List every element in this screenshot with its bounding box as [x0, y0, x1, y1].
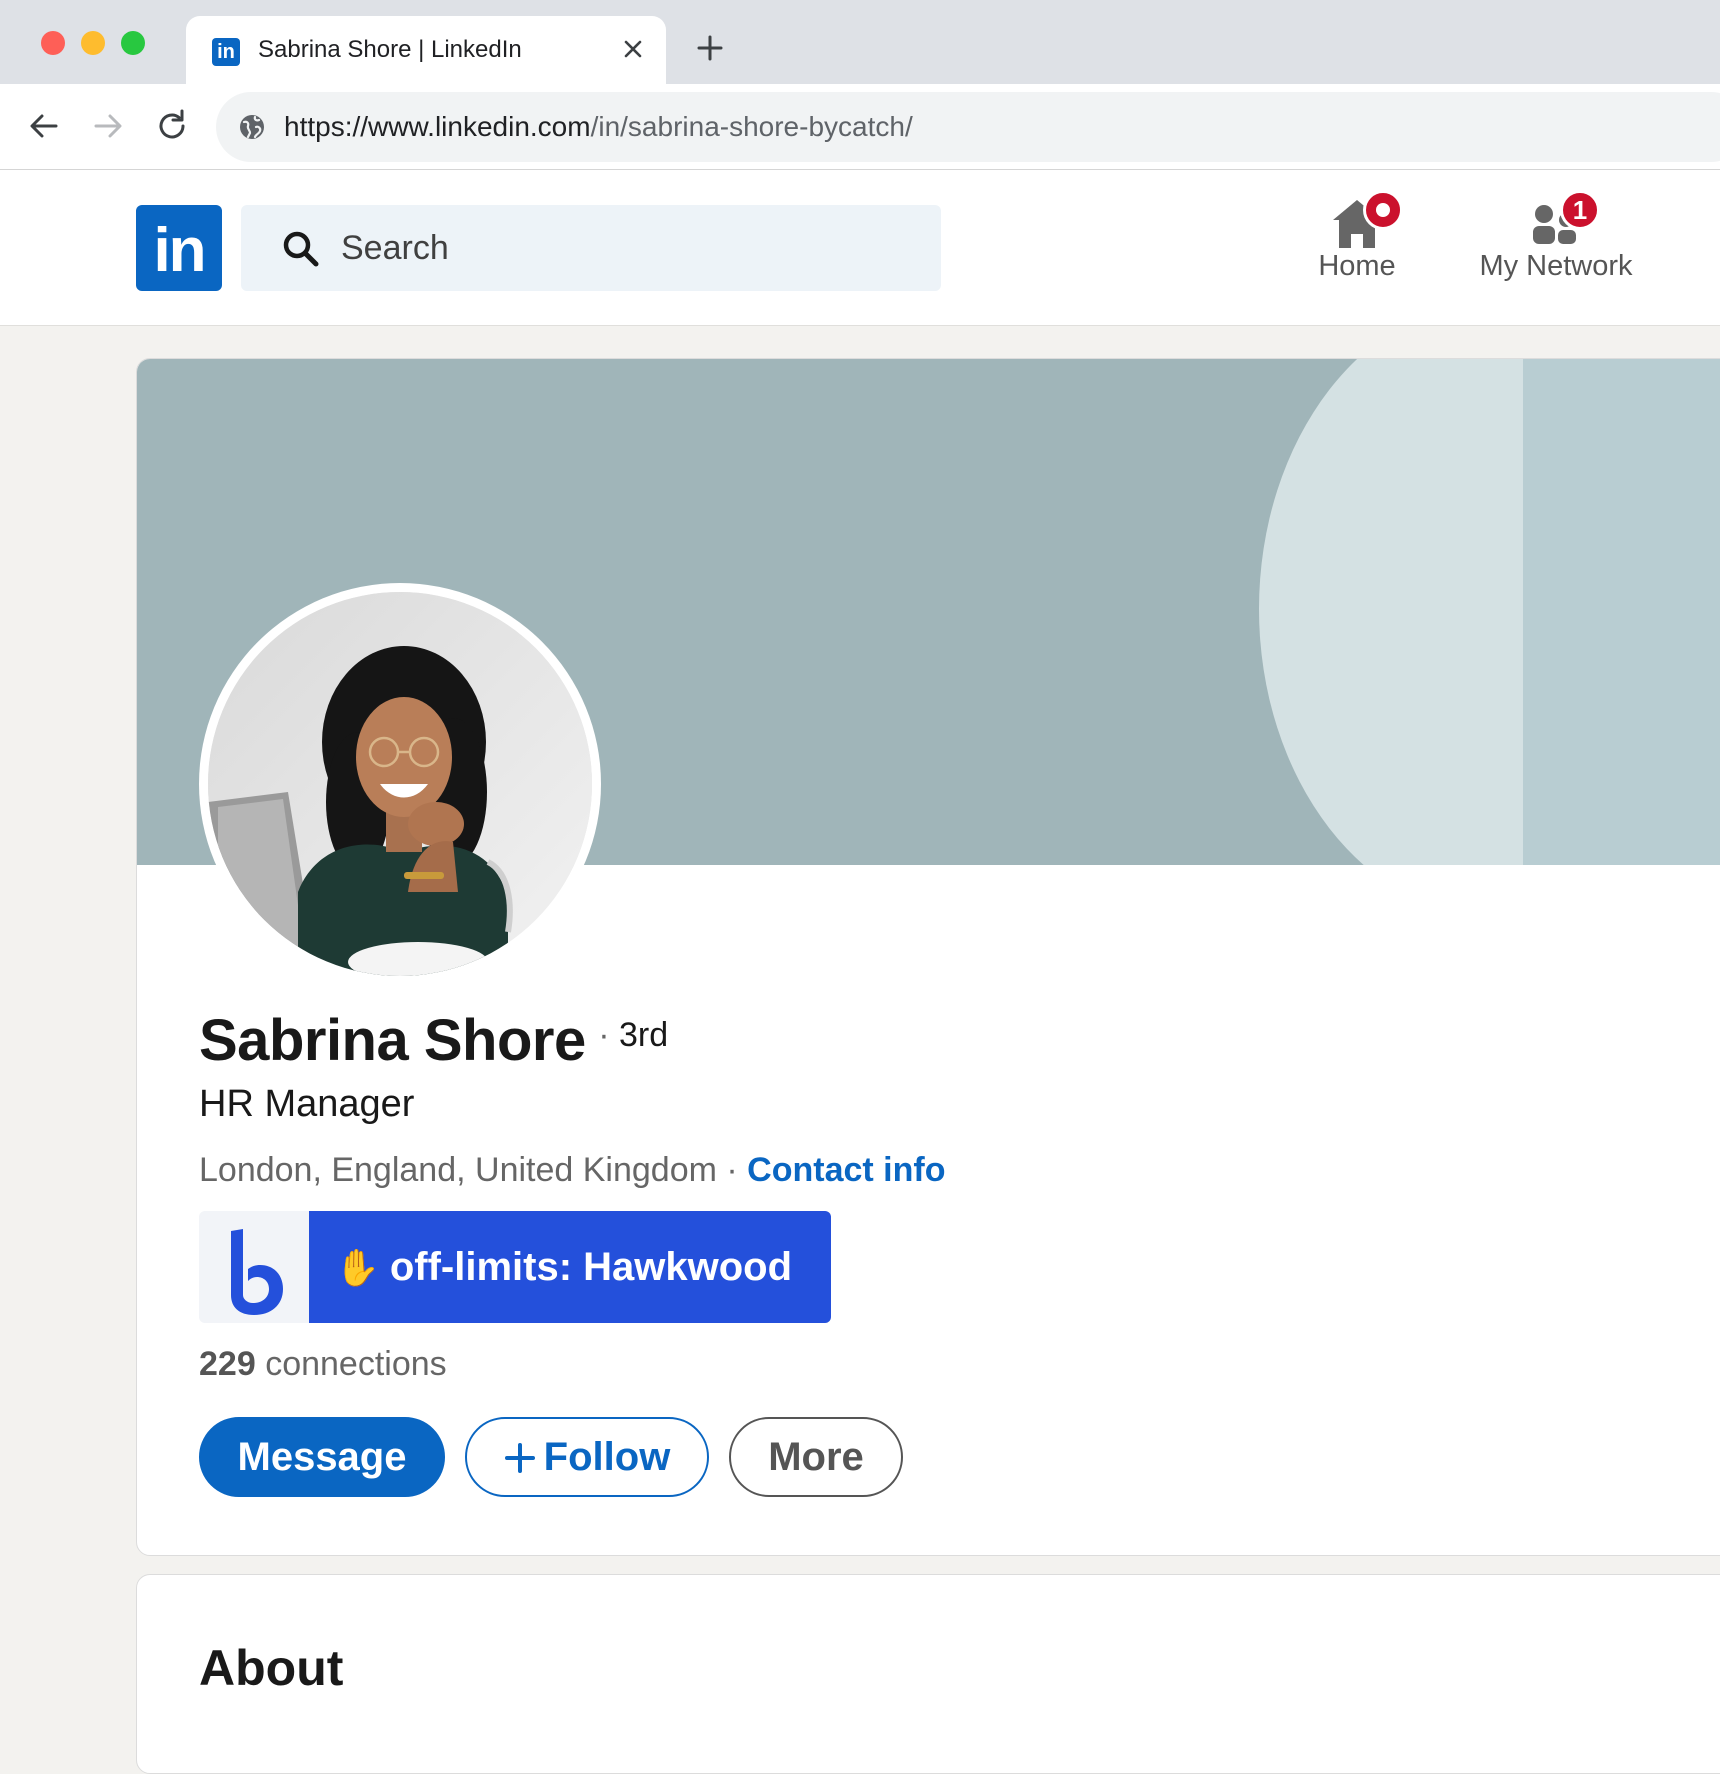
back-arrow-icon[interactable]	[24, 106, 64, 146]
about-card: About	[136, 1574, 1720, 1774]
search-placeholder: Search	[341, 229, 449, 267]
contact-info-link[interactable]: Contact info	[747, 1151, 945, 1189]
browser-tab-strip: in Sabrina Shore | LinkedIn	[0, 0, 1720, 84]
degree-value: 3rd	[618, 1016, 669, 1054]
network-notification-badge: 1	[1560, 190, 1600, 230]
profile-name-row: Sabrina Shore · 3rd	[199, 1007, 668, 1074]
search-input[interactable]: Search	[241, 205, 941, 291]
bycatch-status-tag: ✋ off-limits: Hawkwood	[309, 1211, 831, 1323]
bycatch-label: off-limits: Hawkwood	[389, 1245, 793, 1289]
more-button[interactable]: More	[729, 1417, 903, 1497]
window-close-button[interactable]	[41, 31, 65, 55]
profile-location: London, England, United Kingdom	[199, 1151, 717, 1189]
new-tab-icon[interactable]	[694, 32, 726, 64]
reload-icon[interactable]	[152, 106, 192, 146]
browser-tab[interactable]: in Sabrina Shore | LinkedIn	[186, 16, 666, 84]
banner-panel-shape	[1523, 359, 1720, 865]
follow-label: Follow	[543, 1435, 671, 1479]
message-button[interactable]: Message	[199, 1417, 445, 1497]
linkedin-favicon-icon: in	[212, 38, 240, 66]
tab-close-icon[interactable]	[618, 34, 648, 64]
profile-card: Sabrina Shore · 3rd HR Manager London, E…	[136, 358, 1720, 1556]
connection-degree: · 3rd	[598, 1016, 669, 1054]
profile-photo	[208, 592, 592, 976]
window-minimize-button[interactable]	[81, 31, 105, 55]
raised-hand-icon: ✋	[335, 1247, 380, 1288]
connections-label: connections	[265, 1345, 447, 1383]
profile-avatar[interactable]	[199, 583, 601, 985]
window-maximize-button[interactable]	[121, 31, 145, 55]
follow-button[interactable]: Follow	[465, 1417, 709, 1497]
profile-name: Sabrina Shore	[199, 1008, 586, 1073]
about-heading: About	[199, 1640, 344, 1696]
nav-my-network-label: My Network	[1479, 250, 1633, 282]
tab-title: Sabrina Shore | LinkedIn	[258, 36, 522, 63]
connections-number: 229	[199, 1345, 256, 1383]
address-bar[interactable]: https://www.linkedin.com/in/sabrina-shor…	[216, 92, 1720, 162]
linkedin-logo[interactable]: in	[136, 205, 222, 291]
browser-toolbar: https://www.linkedin.com/in/sabrina-shor…	[0, 84, 1720, 170]
globe-icon	[240, 115, 264, 139]
connections-count-link[interactable]: 229 connections	[199, 1345, 447, 1384]
nav-item-my-network[interactable]: 1 My Network	[1468, 190, 1644, 283]
plus-icon	[504, 1443, 535, 1473]
url-text: https://www.linkedin.com/in/sabrina-shor…	[284, 111, 913, 143]
search-icon	[283, 231, 319, 267]
bycatch-extension-badge[interactable]: ✋ off-limits: Hawkwood	[199, 1211, 831, 1323]
home-notification-badge	[1363, 190, 1403, 230]
linkedin-global-nav: in Search Home 1 My Network	[0, 170, 1720, 326]
url-host: https://www.linkedin.com	[284, 111, 591, 142]
profile-headline: HR Manager	[199, 1083, 415, 1125]
nav-item-home[interactable]: Home	[1302, 190, 1412, 283]
bycatch-logo-icon	[199, 1211, 309, 1323]
nav-home-label: Home	[1318, 250, 1396, 282]
profile-location-row: London, England, United Kingdom · Contac…	[199, 1151, 946, 1189]
forward-arrow-icon[interactable]	[88, 106, 128, 146]
url-path: /in/sabrina-shore-bycatch/	[590, 111, 913, 142]
